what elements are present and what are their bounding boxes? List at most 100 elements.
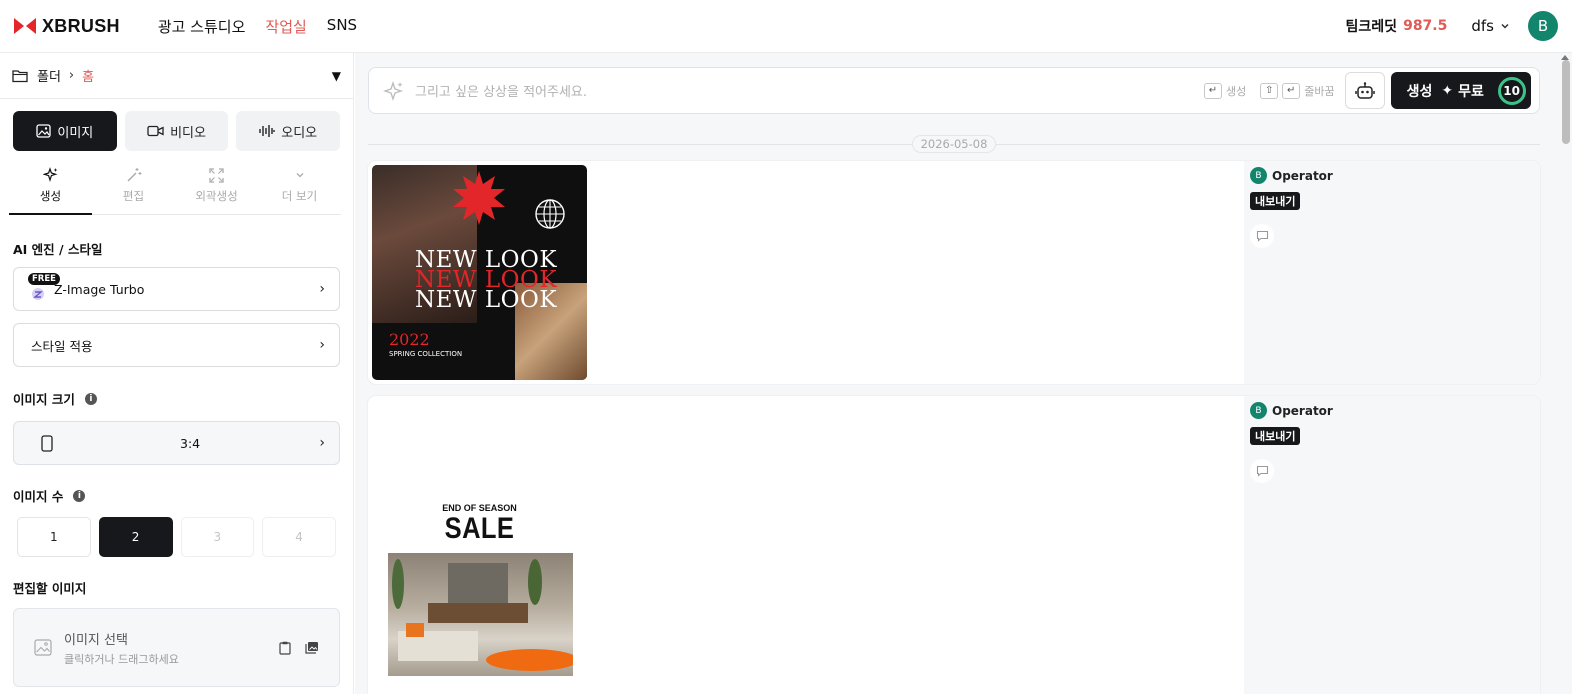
operator-row: B Operator [1250, 167, 1534, 184]
enter-key-icon: ↵ [1282, 82, 1301, 99]
chevron-right-icon: › [319, 435, 325, 451]
count-section-label: 이미지 수 i [13, 486, 340, 505]
image-upload-dropzone[interactable]: 이미지 선택 클릭하거나 드래그하세요 [13, 608, 340, 687]
chevron-right-icon: › [319, 281, 325, 297]
info-icon[interactable]: i [73, 489, 86, 502]
upload-text: 이미지 선택 클릭하거나 드래그하세요 [64, 629, 179, 667]
image-count-options: 1 2 3 4 [17, 517, 336, 557]
chevron-down-icon [1501, 23, 1509, 29]
count-section-text: 이미지 수 [13, 489, 64, 504]
count-option-4[interactable]: 4 [262, 517, 336, 557]
main-nav: 광고 스튜디오 작업실 SNS [158, 16, 357, 37]
image-icon [36, 124, 52, 138]
header-right: 팀크레딧 987.5 dfs B [1346, 11, 1558, 41]
comment-button[interactable] [1250, 224, 1274, 248]
robot-icon [1354, 81, 1375, 99]
free-label: 무료 [1458, 83, 1484, 100]
generated-image[interactable]: NEW LOOK NEW LOOK NEW LOOK 2022 SPRING C… [372, 165, 587, 380]
team-credits-value: 987.5 [1403, 18, 1448, 34]
sidebar: 폴더 › 홈 ▼ 이미지 비디오 오디오 생성 편집 외곽생성 더 보기 AI … [0, 53, 354, 694]
comment-button[interactable] [1250, 459, 1274, 483]
top-bar: XBRUSH 광고 스튜디오 작업실 SNS 팀크레딧 987.5 dfs B [0, 0, 1572, 53]
subtab-more[interactable]: 더 보기 [258, 165, 341, 215]
nav-workspace[interactable]: 작업실 [265, 16, 306, 37]
engine-section-text: AI 엔진 / 스타일 [13, 242, 103, 257]
generated-image[interactable]: END OF SEASON SALE [372, 400, 587, 690]
enter-key-icon: ↵ [1204, 82, 1222, 99]
upload-title: 이미지 선택 [64, 632, 128, 648]
shift-key-icon: ⇧ [1260, 82, 1279, 99]
folder-breadcrumb[interactable]: 폴더 › 홈 ▼ [0, 53, 353, 99]
count-option-1[interactable]: 1 [17, 517, 91, 557]
generate-count: 10 [1497, 76, 1526, 105]
chevron-down-icon [296, 173, 303, 178]
upload-actions [279, 641, 319, 655]
user-name: dfs [1471, 17, 1494, 35]
avatar[interactable]: B [1528, 11, 1558, 41]
scrollbar-thumb[interactable] [1562, 60, 1570, 144]
subtab-more-label: 더 보기 [281, 189, 318, 203]
nav-sns[interactable]: SNS [327, 16, 357, 37]
tab-audio-label: 오디오 [281, 125, 318, 141]
hint-newline: ⇧ ↵ 줄바꿈 [1260, 82, 1335, 99]
size-value: 3:4 [180, 435, 201, 451]
magic-wand-icon [127, 168, 141, 182]
sparkle-icon [383, 80, 404, 101]
size-selector[interactable]: 3:4 › [13, 421, 340, 465]
result-card: END OF SEASON SALE B Operator 내보내기 [368, 396, 1540, 694]
tab-video[interactable]: 비디오 [124, 111, 229, 151]
export-button[interactable]: 내보내기 [1250, 192, 1301, 210]
edit-section-text: 편집할 이미지 [13, 581, 87, 596]
export-button[interactable]: 내보내기 [1250, 427, 1301, 445]
folder-current[interactable]: 홈 [82, 66, 94, 85]
red-starburst [453, 171, 505, 225]
prompt-input[interactable]: 그리고 싶은 상상을 적어주세요. [415, 81, 1190, 100]
size-section-label: 이미지 크기 i [13, 389, 340, 408]
logo[interactable]: XBRUSH [14, 16, 120, 37]
date-chip: 2026-05-08 [911, 135, 997, 153]
card-meta: B Operator 내보내기 [1244, 396, 1540, 694]
user-menu[interactable]: dfs [1471, 17, 1510, 35]
engine-selector[interactable]: FREE Z-Image Turbo › [13, 267, 340, 311]
style-selector[interactable]: 스타일 적용 › [13, 323, 340, 367]
assistant-button[interactable] [1344, 72, 1385, 109]
team-credits-label: 팀크레딧 [1345, 19, 1398, 35]
subtab-generate[interactable]: 생성 [9, 165, 92, 215]
media-tabs: 이미지 비디오 오디오 [0, 99, 353, 151]
subtab-outpaint-label: 외곽생성 [195, 189, 238, 203]
subtab-edit[interactable]: 편집 [92, 165, 175, 215]
folder-icon [12, 69, 28, 82]
tab-audio[interactable]: 오디오 [236, 111, 341, 151]
generate-label: 생성 [1406, 83, 1433, 100]
free-badge: FREE [28, 273, 60, 285]
operator-name: Operator [1272, 168, 1333, 183]
nav-ad-studio[interactable]: 광고 스튜디오 [158, 16, 246, 37]
engine-logo-icon [32, 288, 44, 300]
logo-icon [14, 18, 36, 34]
image-collection: SPRING COLLECTION [389, 350, 463, 358]
chevron-right-icon: › [68, 68, 75, 83]
clipboard-icon[interactable] [279, 641, 291, 655]
gallery-icon[interactable] [305, 641, 319, 654]
tab-image[interactable]: 이미지 [13, 111, 117, 151]
image-year: 2022 [389, 330, 430, 349]
tab-video-label: 비디오 [170, 125, 206, 141]
sparkle-icon: ✦ [1441, 82, 1454, 99]
operator-avatar: B [1250, 402, 1267, 419]
operator-avatar: B [1250, 167, 1267, 184]
interior-photo [388, 553, 573, 676]
sparkle-icon [42, 167, 57, 182]
hint-newline-label: 줄바꿈 [1304, 84, 1335, 98]
hint-generate: ↵ 생성 [1204, 82, 1246, 99]
count-option-3[interactable]: 3 [180, 517, 255, 557]
edit-section-label: 편집할 이미지 [13, 578, 340, 597]
result-card: NEW LOOK NEW LOOK NEW LOOK 2022 SPRING C… [368, 161, 1540, 384]
logo-text: XBRUSH [42, 15, 120, 36]
info-icon[interactable]: i [84, 392, 97, 405]
expand-icon [209, 167, 224, 183]
subtab-outpaint[interactable]: 외곽생성 [175, 165, 258, 215]
generate-button[interactable]: 생성 ✦ 무료 10 [1390, 72, 1531, 109]
caret-down-icon[interactable]: ▼ [332, 69, 341, 83]
main-panel: 그리고 싶은 상상을 적어주세요. ↵ 생성 ⇧ ↵ 줄바꿈 생성 ✦ 무료 1… [355, 53, 1572, 694]
count-option-2[interactable]: 2 [98, 517, 173, 557]
